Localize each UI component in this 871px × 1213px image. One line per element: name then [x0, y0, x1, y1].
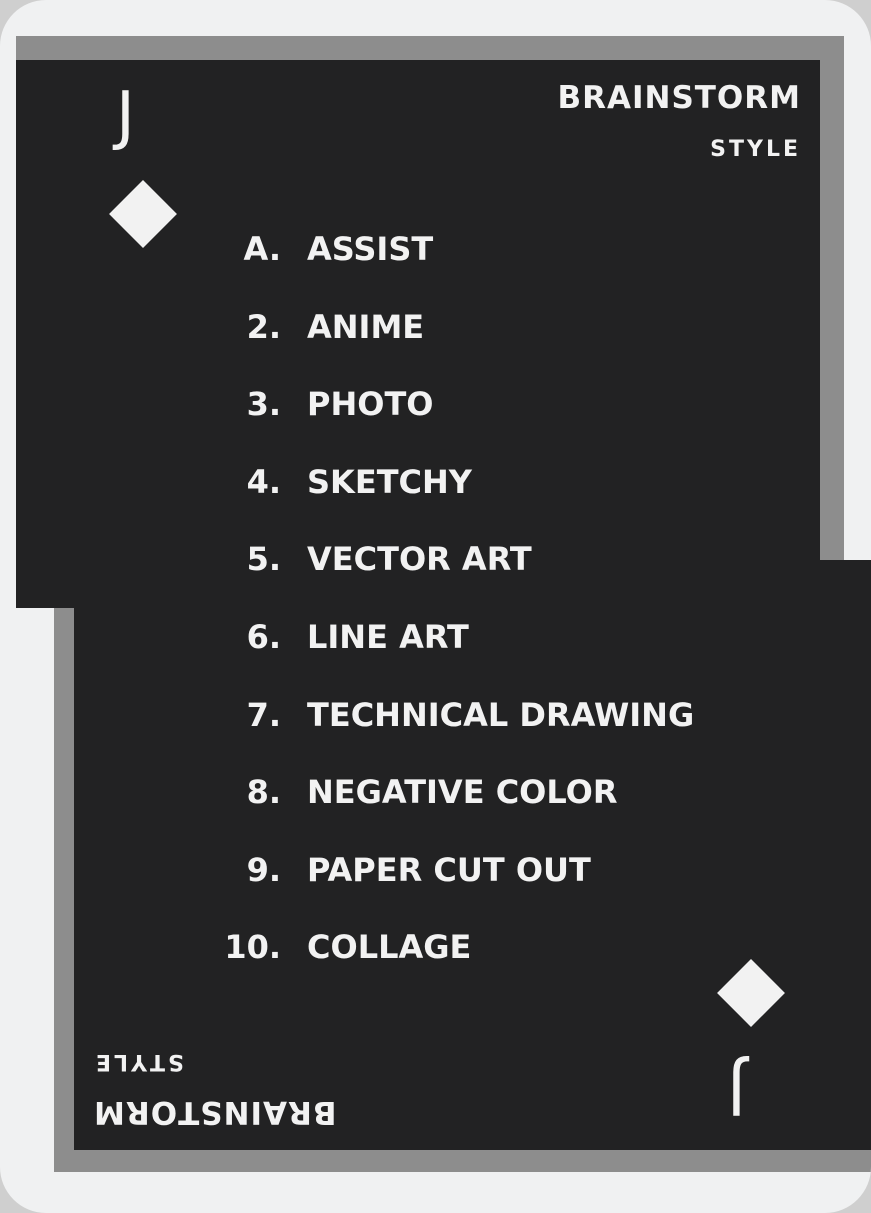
- list-item-number: 10.: [224, 928, 281, 967]
- card-title: BRAINSTORM: [557, 80, 801, 116]
- list-item: 8. NEGATIVE COLOR: [0, 773, 871, 813]
- list-item: A. ASSIST: [0, 230, 871, 270]
- list-item-number: 9.: [246, 850, 281, 889]
- list-item: 6. LINE ART: [0, 618, 871, 658]
- list-item-number: 8.: [246, 773, 281, 812]
- list-item-label: COLLAGE: [307, 928, 472, 967]
- list-item: 3. PHOTO: [0, 385, 871, 425]
- list-item-number: 5.: [246, 540, 281, 579]
- list-item-label: TECHNICAL DRAWING: [307, 695, 695, 734]
- list-item-label: PHOTO: [307, 385, 434, 424]
- list-item-label: VECTOR ART: [307, 540, 532, 579]
- card-subtitle-bottom: STYLE: [93, 1049, 184, 1074]
- list-item-number: A.: [243, 230, 281, 268]
- card-title-bottom: BRAINSTORM: [93, 1094, 337, 1130]
- list-item: 9. PAPER CUT OUT: [0, 851, 871, 891]
- card-subtitle: STYLE: [710, 137, 801, 162]
- list-item-number: 4.: [246, 462, 281, 501]
- rank-bottom: J: [727, 1053, 746, 1127]
- rank-top: J: [116, 79, 135, 153]
- playing-card: J BRAINSTORM STYLE A. ASSIST 2. ANIME 3. PHOT…: [0, 0, 871, 1213]
- list-item-label: PAPER CUT OUT: [307, 850, 591, 889]
- list-item-number: 7.: [246, 695, 281, 734]
- list-item-label: ANIME: [307, 307, 425, 346]
- list-item: 5. VECTOR ART: [0, 540, 871, 580]
- list-item: 10. COLLAGE: [0, 928, 871, 968]
- list-item-label: SKETCHY: [307, 462, 472, 501]
- list-item: 2. ANIME: [0, 308, 871, 348]
- list-item-label: NEGATIVE COLOR: [307, 773, 618, 812]
- list-item-number: 2.: [246, 307, 281, 346]
- list-item-label: LINE ART: [307, 618, 469, 656]
- list-item: 7. TECHNICAL DRAWING: [0, 696, 871, 736]
- list-item-number: 3.: [246, 385, 281, 424]
- list-item-label: ASSIST: [307, 230, 434, 268]
- list-item-number: 6.: [246, 618, 281, 656]
- list-item: 4. SKETCHY: [0, 463, 871, 503]
